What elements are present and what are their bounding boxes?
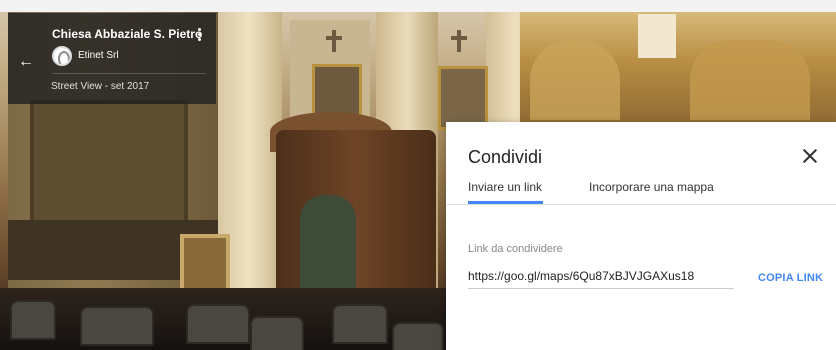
top-band <box>0 0 836 12</box>
author-name[interactable]: Etinet Srl <box>78 50 119 61</box>
cross-ornament <box>332 30 336 52</box>
street-view-date: Street View - set 2017 <box>51 81 150 92</box>
place-info-card: ← Chiesa Abbaziale S. Pietro Etinet Srl … <box>8 13 216 104</box>
link-field-label: Link da condividere <box>468 243 563 255</box>
chair <box>392 322 444 350</box>
arrow-left-icon[interactable]: ← <box>18 53 34 71</box>
more-vert-icon[interactable] <box>196 28 202 41</box>
wall-sign <box>180 234 230 296</box>
copy-link-button[interactable]: COPIA LINK <box>758 272 823 284</box>
tabs-divider <box>446 204 836 205</box>
chair <box>332 304 388 344</box>
altar-ornament <box>690 40 810 120</box>
chair <box>250 316 304 350</box>
chair <box>186 304 250 344</box>
card-divider <box>52 73 206 74</box>
tab-send-link[interactable]: Inviare un link <box>468 180 542 194</box>
cross-ornament <box>451 36 467 40</box>
altar-ornament <box>530 40 620 120</box>
close-icon[interactable] <box>796 142 824 170</box>
place-title[interactable]: Chiesa Abbaziale S. Pietro <box>52 27 202 41</box>
tab-embed-map[interactable]: Incorporare una mappa <box>589 180 714 194</box>
share-dialog: Condividi Inviare un link Incorporare un… <box>446 122 836 350</box>
share-link-input[interactable] <box>468 267 734 289</box>
chair <box>10 300 56 340</box>
painting <box>438 66 488 130</box>
cross-ornament <box>326 36 342 40</box>
dialog-title: Condividi <box>468 147 543 167</box>
cross-ornament <box>457 30 461 52</box>
altar-window <box>638 14 676 58</box>
chair <box>80 306 154 346</box>
author-avatar[interactable] <box>52 46 72 66</box>
